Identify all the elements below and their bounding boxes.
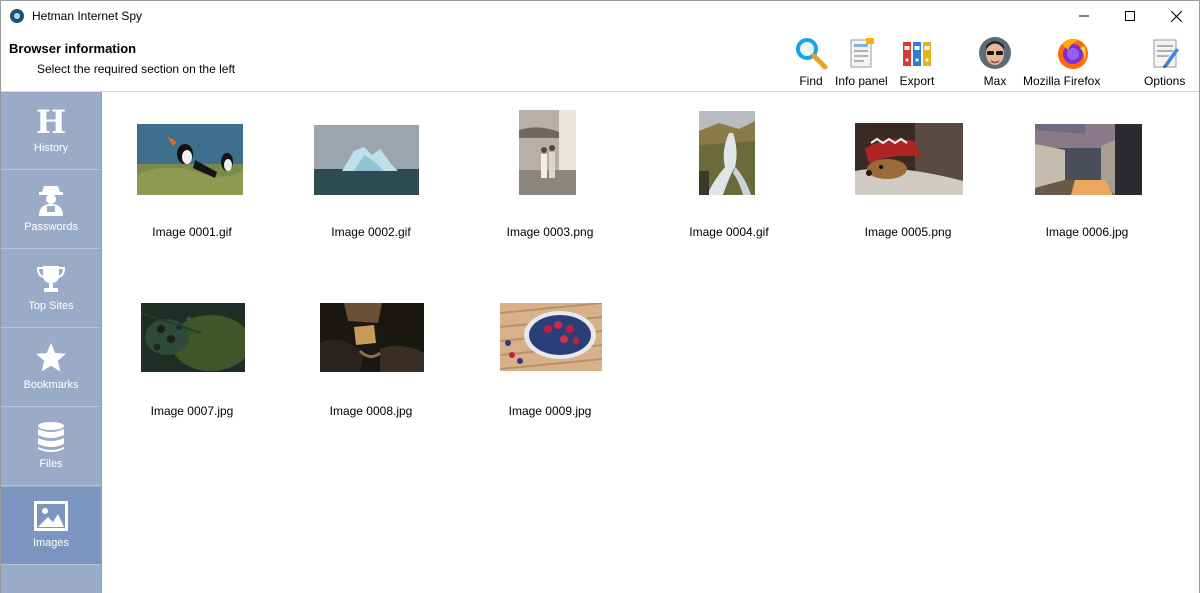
find-label: Find [799,74,823,88]
user-button[interactable]: Max [977,35,1013,88]
image-grid: Image 0001.gif Image 0002.gif Image 0003… [102,93,1199,593]
image-caption: Image 0009.jpg [508,404,592,418]
options-label: Options [1144,74,1186,88]
image-tile-0005[interactable]: Image 0005.png [818,93,998,253]
sidebar-item-history[interactable]: H History [1,92,101,170]
passwords-icon [36,183,66,217]
image-caption: Image 0005.png [864,225,952,239]
sidebar-item-label: History [33,142,69,154]
trophy-icon [35,262,67,296]
firefox-icon [1055,35,1091,71]
browser-label: Mozilla Firefox [1023,74,1101,88]
history-icon: H [35,104,67,138]
find-button[interactable]: Find [793,35,829,88]
maximize-button[interactable] [1107,1,1153,31]
image-caption: Image 0006.jpg [1045,225,1129,239]
app-window: Hetman Internet Spy Browser information … [0,0,1200,593]
sidebar-item-files[interactable]: Files [1,408,101,486]
minimize-icon [1079,15,1089,17]
star-icon [35,341,67,375]
image-thumbnail[interactable] [855,123,963,195]
title-bar: Hetman Internet Spy [1,1,1199,31]
info-panel-icon [843,35,879,71]
sidebar-item-images[interactable]: Images [1,487,101,565]
image-thumbnail[interactable] [141,303,245,372]
options-button[interactable]: Options [1144,35,1185,88]
image-thumbnail[interactable] [314,125,419,195]
image-caption: Image 0002.gif [331,225,411,239]
export-button[interactable]: Export [899,35,935,88]
image-icon [34,499,68,533]
image-tile-0009[interactable]: Image 0009.jpg [460,272,640,432]
image-thumbnail[interactable] [137,124,243,195]
sidebar-item-bookmarks[interactable]: Bookmarks [1,329,101,407]
image-caption: Image 0007.jpg [150,404,234,418]
image-thumbnail[interactable] [1035,124,1142,195]
image-thumbnail[interactable] [500,303,602,371]
binders-icon [899,35,935,71]
sidebar-item-passwords[interactable]: Passwords [1,171,101,249]
sidebar-item-label: Passwords [24,221,78,233]
image-tile-0003[interactable]: Image 0003.png [460,93,640,253]
page-subtitle: Select the required section on the left [37,62,236,76]
magnifier-icon [793,35,829,71]
sidebar-item-label: Bookmarks [23,379,79,391]
close-button[interactable] [1153,1,1199,31]
image-caption: Image 0008.jpg [329,404,413,418]
window-controls [1061,1,1199,31]
sidebar-item-top-sites[interactable]: Top Sites [1,250,101,328]
info-panel-button[interactable]: Info panel [835,35,888,88]
sidebar-item-label: Files [39,458,63,470]
svg-text:H: H [36,105,66,137]
image-caption: Image 0001.gif [152,225,232,239]
page-title: Browser information [9,41,137,56]
app-eye-icon [10,9,24,23]
user-label: Max [983,74,1007,88]
sidebar: H History Passwords Top Sites Bookmarks … [1,92,102,593]
sidebar-item-label: Images [32,537,70,549]
image-caption: Image 0004.gif [689,225,769,239]
window-title: Hetman Internet Spy [32,9,143,23]
browser-button[interactable]: Mozilla Firefox [1023,35,1100,88]
sidebar-item-label: Top Sites [28,300,74,312]
image-tile-0006[interactable]: Image 0006.jpg [997,93,1177,253]
export-label: Export [899,74,935,88]
minimize-button[interactable] [1061,1,1107,31]
options-icon [1147,35,1183,71]
image-tile-0001[interactable]: Image 0001.gif [102,93,282,253]
image-tile-0007[interactable]: Image 0007.jpg [102,272,282,432]
header-toolbar: Browser information Select the required … [1,31,1199,92]
database-icon [36,420,66,454]
maximize-icon [1125,11,1135,21]
image-thumbnail[interactable] [320,303,424,372]
image-caption: Image 0003.png [506,225,594,239]
image-tile-0002[interactable]: Image 0002.gif [281,93,461,253]
image-tile-0004[interactable]: Image 0004.gif [639,93,819,253]
image-thumbnail[interactable] [519,110,576,195]
image-tile-0008[interactable]: Image 0008.jpg [281,272,461,432]
image-thumbnail[interactable] [699,111,755,195]
close-icon [1170,10,1182,22]
user-avatar-icon [977,35,1013,71]
info-panel-label: Info panel [835,74,888,88]
